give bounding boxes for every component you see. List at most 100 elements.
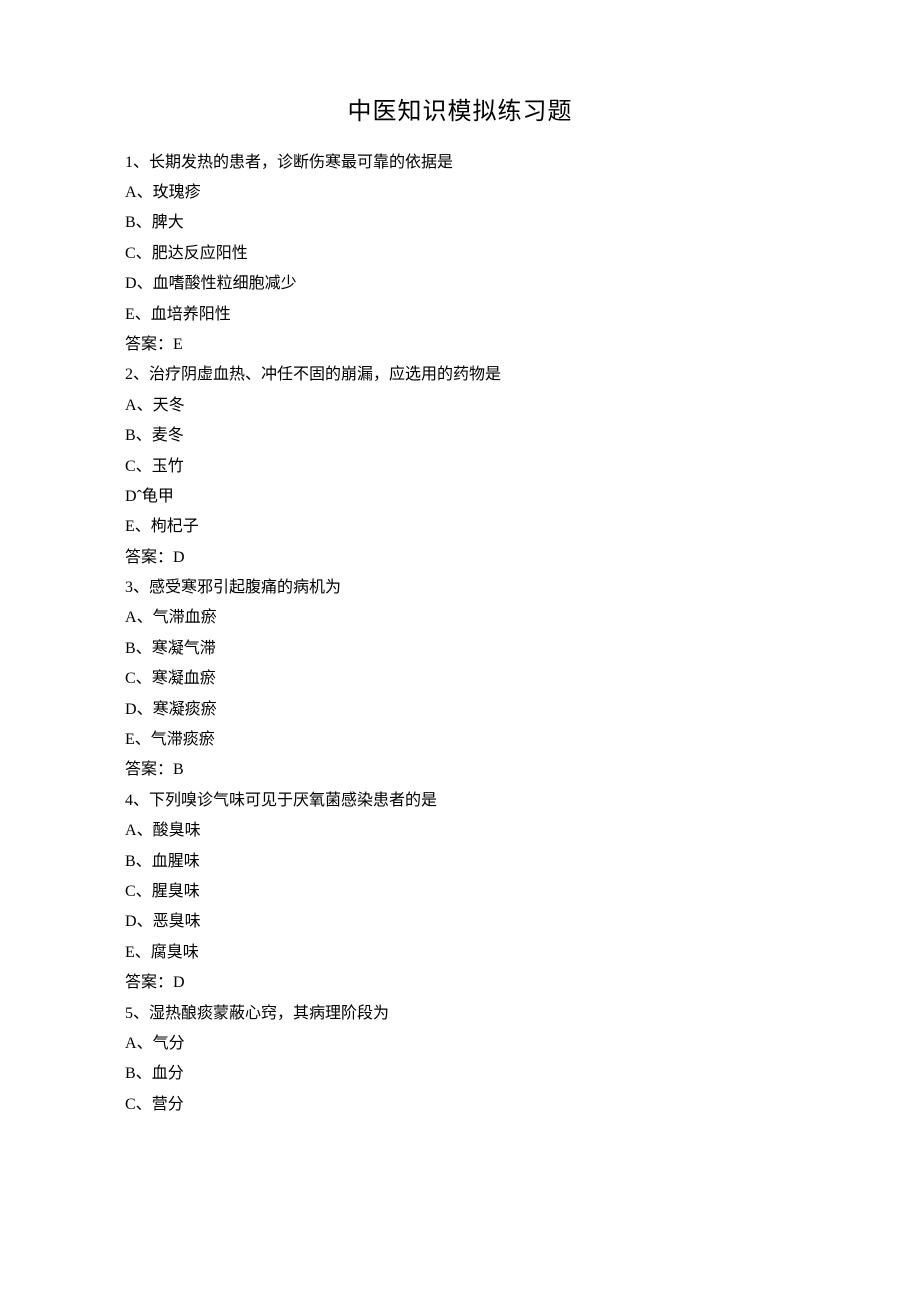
option-line: E、血培养阳性 <box>125 300 795 330</box>
option-letter: C <box>125 245 136 262</box>
option-line: B、脾大 <box>125 208 795 238</box>
question-number: 4 <box>125 792 133 809</box>
option-text: 玫瑰疹 <box>153 184 201 201</box>
option-text: 气滞血瘀 <box>153 609 217 626</box>
option-text: 恶臭味 <box>153 913 201 930</box>
option-letter: D <box>125 913 137 930</box>
answer-label: 答案： <box>125 974 173 991</box>
option-separator: 、 <box>136 640 152 657</box>
question-number: 2 <box>125 366 133 383</box>
question-stem: 1、长期发热的患者，诊断伤寒最可靠的依据是 <box>125 148 795 178</box>
option-text: 枸杞子 <box>151 518 199 535</box>
option-text: 脾大 <box>152 214 184 231</box>
option-letter: B <box>125 640 136 657</box>
option-line: E、枸杞子 <box>125 512 795 542</box>
question-stem: 3、感受寒邪引起腹痛的病机为 <box>125 573 795 603</box>
option-letter: B <box>125 853 136 870</box>
answer-line: 答案：E <box>125 330 795 360</box>
option-letter: B <box>125 427 136 444</box>
option-separator: 、 <box>136 670 152 687</box>
answer-line: 答案：D <box>125 543 795 573</box>
option-letter: C <box>125 1096 136 1113</box>
document-title: 中医知识模拟练习题 <box>125 90 795 136</box>
option-letter: A <box>125 609 137 626</box>
answer-value: D <box>173 974 185 991</box>
option-letter: A <box>125 397 137 414</box>
option-line: B、麦冬 <box>125 421 795 451</box>
option-separator: 、 <box>137 913 153 930</box>
option-letter: B <box>125 1065 136 1082</box>
option-letter: D <box>125 488 137 505</box>
document-body: 1、长期发热的患者，诊断伤寒最可靠的依据是A、玫瑰疹B、脾大C、肥达反应阳性D、… <box>125 148 795 1121</box>
question-stem: 2、治疗阴虚血热、冲任不固的崩漏，应选用的药物是 <box>125 360 795 390</box>
option-line: A、酸臭味 <box>125 816 795 846</box>
option-separator: 、 <box>136 883 152 900</box>
option-letter: E <box>125 944 135 961</box>
option-separator: 、 <box>136 214 152 231</box>
option-line: A、气分 <box>125 1029 795 1059</box>
option-text: 气滞痰瘀 <box>151 731 215 748</box>
option-separator: 、 <box>137 397 153 414</box>
question-number: 3 <box>125 579 133 596</box>
option-letter: E <box>125 731 135 748</box>
question-text: 长期发热的患者，诊断伤寒最可靠的依据是 <box>149 154 453 171</box>
option-line: Dˆ龟甲 <box>125 482 795 512</box>
question-text: 治疗阴虚血热、冲任不固的崩漏，应选用的药物是 <box>149 366 501 383</box>
option-letter: A <box>125 184 137 201</box>
option-text: 龟甲 <box>142 488 174 505</box>
document-page: 中医知识模拟练习题 1、长期发热的患者，诊断伤寒最可靠的依据是A、玫瑰疹B、脾大… <box>0 0 920 1301</box>
option-line: D、恶臭味 <box>125 907 795 937</box>
question-separator: 、 <box>133 579 149 596</box>
option-letter: B <box>125 214 136 231</box>
option-line: D、血嗜酸性粒细胞减少 <box>125 269 795 299</box>
option-line: B、寒凝气滞 <box>125 634 795 664</box>
option-separator: 、 <box>135 518 151 535</box>
question-stem: 5、湿热酿痰蒙蔽心窍，其病理阶段为 <box>125 999 795 1029</box>
question-text: 湿热酿痰蒙蔽心窍，其病理阶段为 <box>149 1005 389 1022</box>
option-separator: 、 <box>136 458 152 475</box>
option-letter: C <box>125 458 136 475</box>
option-text: 血培养阳性 <box>151 306 231 323</box>
option-letter: A <box>125 1035 137 1052</box>
option-separator: 、 <box>137 701 153 718</box>
answer-line: 答案：D <box>125 968 795 998</box>
option-line: A、气滞血瘀 <box>125 603 795 633</box>
option-letter: A <box>125 822 137 839</box>
question-separator: 、 <box>133 366 149 383</box>
option-text: 天冬 <box>153 397 185 414</box>
option-letter: E <box>125 306 135 323</box>
option-separator: 、 <box>135 731 151 748</box>
question-stem: 4、下列嗅诊气味可见于厌氧菌感染患者的是 <box>125 786 795 816</box>
answer-label: 答案： <box>125 761 173 778</box>
option-line: C、腥臭味 <box>125 877 795 907</box>
option-text: 腥臭味 <box>152 883 200 900</box>
question-number: 1 <box>125 154 133 171</box>
option-line: E、腐臭味 <box>125 938 795 968</box>
option-separator: 、 <box>136 1096 152 1113</box>
option-text: 血嗜酸性粒细胞减少 <box>153 275 297 292</box>
option-line: A、玫瑰疹 <box>125 178 795 208</box>
option-text: 肥达反应阳性 <box>152 245 248 262</box>
option-letter: E <box>125 518 135 535</box>
option-separator: 、 <box>136 1065 152 1082</box>
option-separator: 、 <box>137 1035 153 1052</box>
option-text: 气分 <box>153 1035 185 1052</box>
answer-line: 答案：B <box>125 755 795 785</box>
option-letter: C <box>125 883 136 900</box>
option-text: 血腥味 <box>152 853 200 870</box>
option-text: 麦冬 <box>152 427 184 444</box>
question-number: 5 <box>125 1005 133 1022</box>
option-line: A、天冬 <box>125 391 795 421</box>
option-text: 寒凝血瘀 <box>152 670 216 687</box>
option-separator: 、 <box>136 853 152 870</box>
option-text: 寒凝痰瘀 <box>153 701 217 718</box>
option-text: 营分 <box>152 1096 184 1113</box>
option-separator: 、 <box>137 275 153 292</box>
option-separator: 、 <box>136 427 152 444</box>
option-letter: D <box>125 275 137 292</box>
option-line: C、玉竹 <box>125 452 795 482</box>
question-text: 感受寒邪引起腹痛的病机为 <box>149 579 341 596</box>
option-line: B、血腥味 <box>125 847 795 877</box>
option-line: C、肥达反应阳性 <box>125 239 795 269</box>
option-separator: 、 <box>137 184 153 201</box>
